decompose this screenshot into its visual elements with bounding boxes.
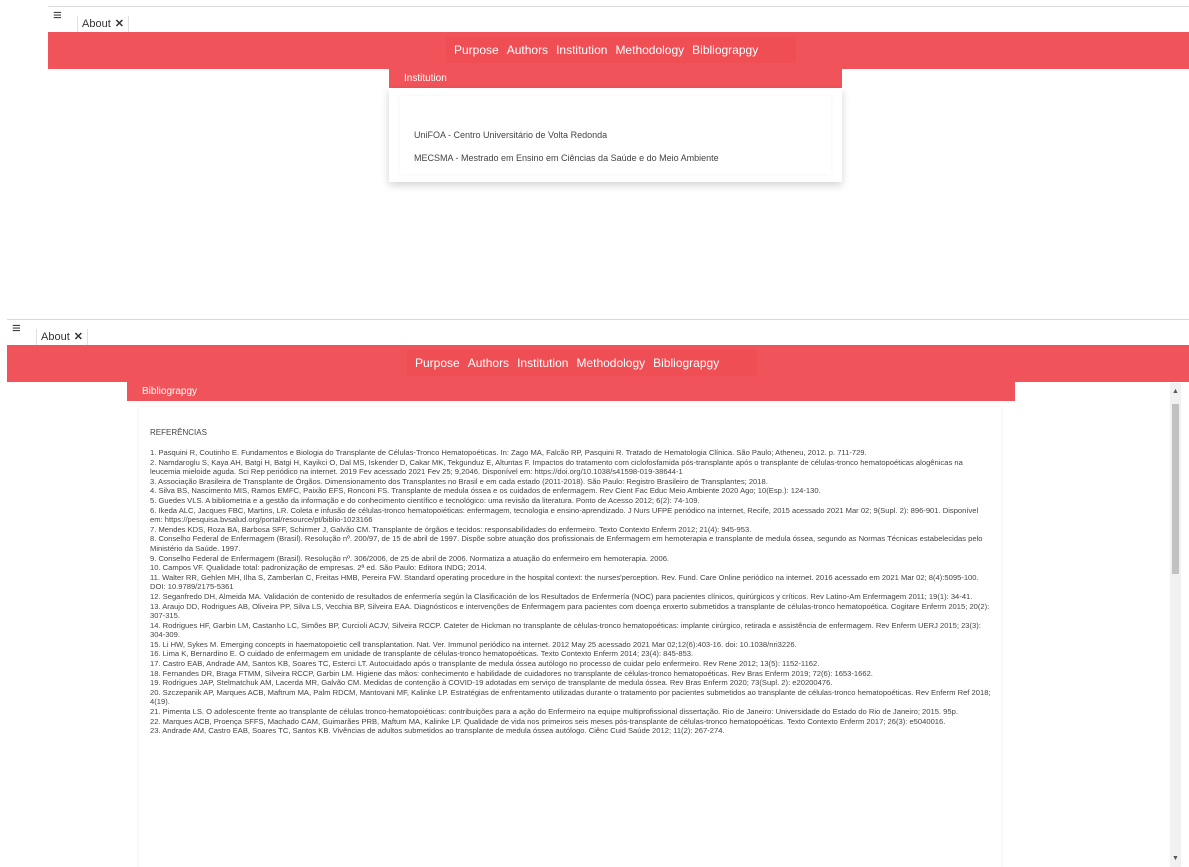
reference-item: 13. Araujo DD, Rodrigues AB, Oliveira PP… bbox=[150, 601, 990, 621]
tab-about[interactable]: About ✕ bbox=[77, 16, 129, 33]
reference-item: 19. Rodrigues JAP, Stelmatchuk AM, Lacer… bbox=[150, 678, 833, 688]
nav-institution[interactable]: Institution bbox=[556, 43, 607, 57]
reference-item: 18. Fernandes DR, Braga FTMM, Silveira R… bbox=[150, 668, 873, 678]
institution-item: MECSMA - Mestrado em Ensino em Ciências … bbox=[414, 153, 719, 163]
reference-item: 6. Ikeda ALC, Jacques FBC, Martins, LR. … bbox=[150, 505, 979, 525]
nav-methodology[interactable]: Methodology bbox=[615, 43, 684, 57]
references-list: 1. Pasquini R, Coutinho E. Fundamentos e… bbox=[150, 448, 991, 736]
tab-bar: ≡ About ✕ bbox=[7, 319, 1189, 347]
vertical-scrollbar[interactable]: ▲ ▼ bbox=[1170, 383, 1181, 867]
tab-label: About bbox=[41, 331, 70, 343]
menu-icon[interactable]: ≡ bbox=[12, 321, 21, 337]
tab-label: About bbox=[82, 18, 111, 30]
section-content: REFERÊNCIAS 1. Pasquini R, Coutinho E. F… bbox=[139, 407, 1001, 867]
reference-item: 12. Seganfredo DH, Almeida MA. Validació… bbox=[150, 591, 973, 601]
reference-item: 22. Marques ACB, Proença SFFS, Machado C… bbox=[150, 716, 946, 726]
reference-item: 4. Silva BS, Nascimento MIS, Ramos EMFC,… bbox=[150, 486, 821, 496]
nav-purpose[interactable]: Purpose bbox=[454, 43, 499, 57]
nav-bibliography[interactable]: Bibliograpgy bbox=[653, 356, 719, 370]
nav-bar: Purpose Authors Institution Methodology … bbox=[7, 345, 1189, 382]
reference-item: 1. Pasquini R, Coutinho E. Fundamentos e… bbox=[150, 448, 867, 457]
tab-about[interactable]: About ✕ bbox=[36, 329, 88, 346]
reference-item: 9. Conselho Federal de Enfermagem (Brasi… bbox=[150, 553, 670, 563]
scrollbar-thumb[interactable] bbox=[1172, 404, 1179, 574]
about-panel-bibliography: ≡ About ✕ Purpose Authors Institution Met… bbox=[7, 319, 1189, 867]
reference-item: 21. Pimenta LS. O adolescente frente ao … bbox=[150, 707, 958, 717]
tab-bar: ≡ About ✕ bbox=[48, 6, 1189, 34]
institution-item: UniFOA - Centro Universitário de Volta R… bbox=[414, 130, 608, 140]
nav-bar: Purpose Authors Institution Methodology … bbox=[48, 32, 1189, 69]
reference-item: 15. Li HW, Sykes M. Emerging concepts in… bbox=[150, 639, 797, 649]
close-icon[interactable]: ✕ bbox=[74, 331, 83, 343]
references-heading: REFERÊNCIAS bbox=[150, 428, 207, 437]
nav-menu: Purpose Authors Institution Methodology … bbox=[407, 350, 757, 376]
reference-item: 8. Conselho Federal de Enfermagem (Brasi… bbox=[150, 534, 983, 553]
section-title: Bibliograpgy bbox=[127, 382, 1015, 401]
section-card: UniFOA - Centro Universitário de Volta R… bbox=[389, 88, 842, 182]
reference-item: 17. Castro EAB, Andrade AM, Santos KB, S… bbox=[150, 659, 820, 669]
scroll-down-icon[interactable]: ▼ bbox=[1170, 853, 1181, 864]
nav-menu: Purpose Authors Institution Methodology … bbox=[446, 37, 796, 63]
nav-institution[interactable]: Institution bbox=[517, 356, 568, 370]
scroll-up-icon[interactable]: ▲ bbox=[1170, 386, 1181, 397]
menu-icon[interactable]: ≡ bbox=[53, 8, 62, 24]
reference-item: 5. Guedes VLS. A bibliometria e a gestão… bbox=[150, 495, 700, 505]
nav-authors[interactable]: Authors bbox=[507, 43, 548, 57]
nav-purpose[interactable]: Purpose bbox=[415, 356, 460, 370]
reference-item: 3. Associação Brasileira de Transplante … bbox=[150, 476, 768, 486]
reference-item: 11. Walter RR, Gehlen MH, Ilha S, Zamber… bbox=[150, 572, 979, 592]
reference-item: 2. Namdaroglu S, Kaya AH, Batgi H, Batgi… bbox=[150, 457, 963, 477]
section-content: UniFOA - Centro Universitário de Volta R… bbox=[400, 96, 831, 174]
about-panel-institution: ≡ About ✕ Purpose Authors Institution Met… bbox=[48, 6, 1189, 266]
close-icon[interactable]: ✕ bbox=[115, 18, 124, 30]
reference-item: 10. Campos VF. Qualidade total: padroniz… bbox=[150, 563, 487, 573]
nav-authors[interactable]: Authors bbox=[468, 356, 509, 370]
section-title: Institution bbox=[389, 69, 842, 88]
section-card: REFERÊNCIAS 1. Pasquini R, Coutinho E. F… bbox=[127, 401, 1015, 867]
reference-item: 16. Lima K, Bernardino E. O cuidado de e… bbox=[150, 649, 694, 659]
reference-item: 14. Rodrigues HF, Garbin LM, Castanho LC… bbox=[150, 620, 981, 640]
reference-item: 23. Andrade AM, Castro EAB, Soares TC, S… bbox=[150, 726, 725, 736]
reference-item: 20. Szczepanik AP, Marques ACB, Maftrum … bbox=[150, 687, 991, 707]
reference-item: 7. Mendes KDS, Roza BA, Barbosa SFF, Sch… bbox=[150, 524, 752, 534]
nav-methodology[interactable]: Methodology bbox=[576, 356, 645, 370]
nav-bibliography[interactable]: Bibliograpgy bbox=[692, 43, 758, 57]
